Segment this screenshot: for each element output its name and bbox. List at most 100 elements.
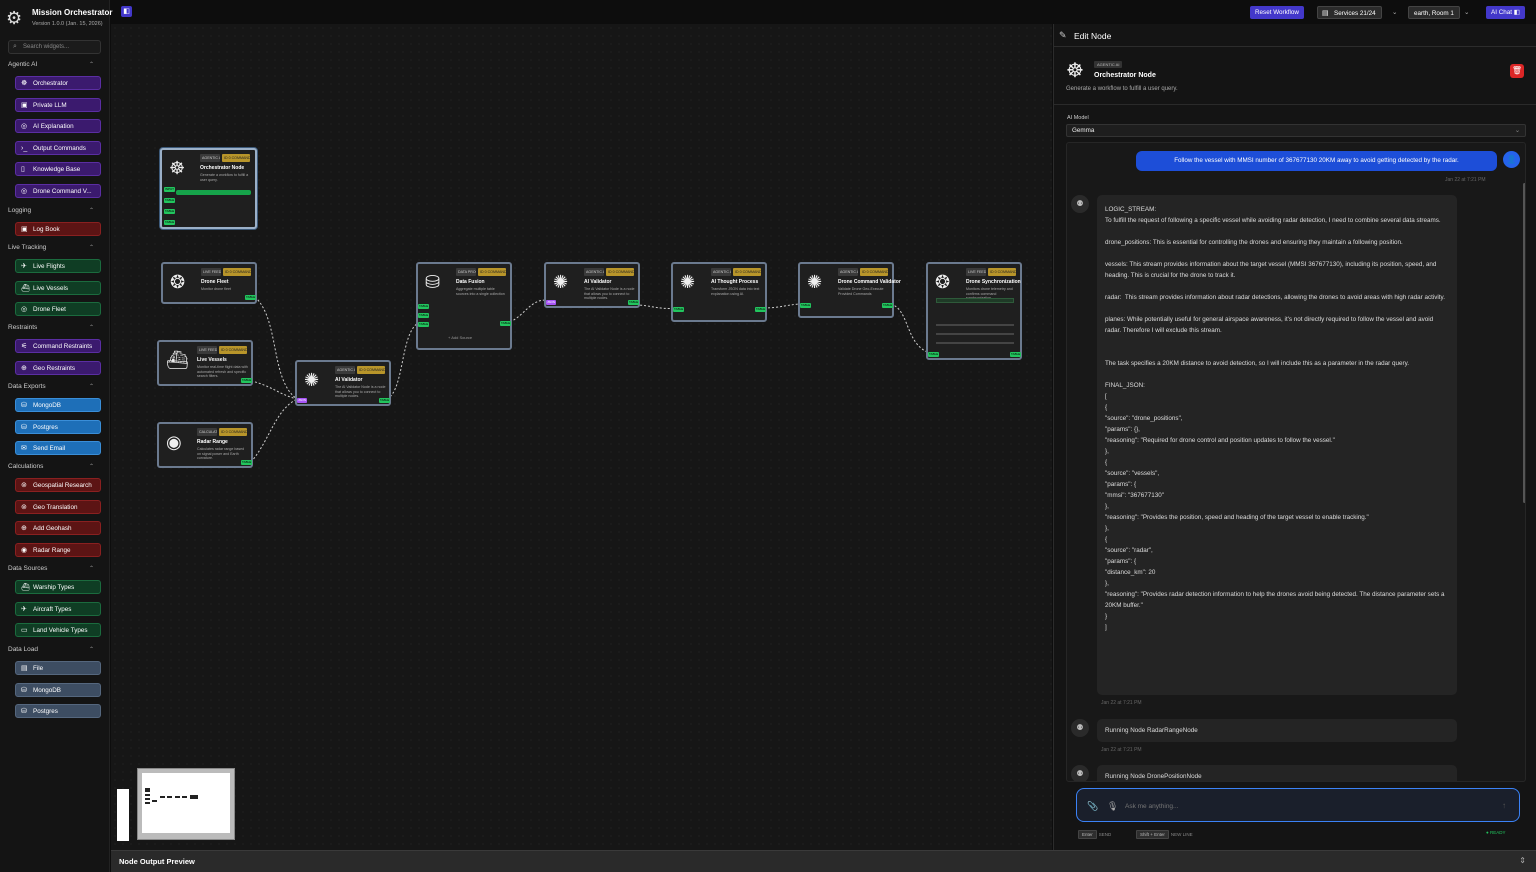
- ai-chat-button[interactable]: AI Chat ◧: [1486, 6, 1525, 19]
- port-table[interactable]: TABLE: [379, 398, 391, 403]
- sidebar-item[interactable]: ▯ Knowledge Base: [15, 162, 101, 176]
- microphone-icon[interactable]: 🎙: [1107, 801, 1118, 812]
- sidebar-group-5[interactable]: Calculations ⌃: [8, 463, 102, 470]
- port-table[interactable]: TABLE: [245, 295, 257, 300]
- node-ai-thought-process[interactable]: ✺ AGENTIC AI ID 0 COMMAND AI Thought Pro…: [671, 262, 767, 322]
- search-icon: ⌕: [13, 43, 17, 50]
- ai-model-select[interactable]: Gemma ⌄: [1066, 124, 1526, 137]
- bot-message-line: "reasoning": "Provides radar detection i…: [1105, 591, 1447, 609]
- sidebar-group-4[interactable]: Data Exports ⌃: [8, 383, 102, 390]
- sidebar-item[interactable]: ▤ File: [15, 661, 101, 675]
- app-logo-icon: ⚙: [6, 8, 23, 28]
- server-icon: ▤: [1322, 10, 1329, 17]
- node-live-vessels[interactable]: ⛴ LIVE FEED ID 0 COMMAND Live Vessels Mo…: [157, 340, 253, 386]
- reset-workflow-button[interactable]: Reset Workflow: [1250, 6, 1304, 19]
- bot-message-line: {: [1105, 459, 1108, 466]
- port-table[interactable]: TABLE: [882, 303, 894, 308]
- scrollbar[interactable]: [1523, 183, 1525, 503]
- sidebar-item[interactable]: ⊕ Add Geohash: [15, 521, 101, 535]
- minimap-controls[interactable]: [117, 789, 129, 841]
- node-desc: Validate Drone Geo-Execute Provided Comm…: [838, 287, 884, 296]
- chat-input[interactable]: [1125, 799, 1455, 813]
- node-drone-fleet[interactable]: ❂ LIVE FEED ID 0 COMMAND Drone Fleet Mon…: [161, 262, 257, 304]
- sidebar-group-0[interactable]: Agentic AI ⌃: [8, 61, 102, 68]
- port-table[interactable]: TABLE: [241, 378, 253, 383]
- port-table[interactable]: TABLE: [800, 303, 812, 308]
- sidebar-item[interactable]: ◎ Drone Command V...: [15, 183, 101, 198]
- sidebar-item[interactable]: ◎ Drone Fleet: [15, 302, 101, 316]
- port-table[interactable]: TABLE: [500, 321, 512, 326]
- add-source-button[interactable]: + Add Source: [448, 335, 472, 340]
- port-json[interactable]: JSON: [297, 398, 308, 403]
- sidebar-item[interactable]: ⊕ Geo Restraints: [15, 360, 101, 375]
- sidebar-toggle-icon[interactable]: ◧: [121, 6, 132, 17]
- sidebar-item[interactable]: ⚟ Command Restraints: [15, 339, 101, 353]
- sidebar-item[interactable]: ▭ Land Vehicle Types: [15, 623, 101, 637]
- sidebar-item[interactable]: ›_ Output Commands: [15, 140, 101, 155]
- sidebar-group-7[interactable]: Data Load ⌃: [8, 646, 102, 653]
- port-table[interactable]: TABLE: [418, 313, 430, 318]
- sidebar-group-6[interactable]: Data Sources ⌃: [8, 565, 102, 572]
- node-orchestrator[interactable]: ☸ AGENTIC AI ID 0 COMMAND Orchestrator N…: [160, 148, 257, 229]
- sidebar-item-icon: ⛁: [21, 423, 27, 431]
- port-table[interactable]: TABLE: [164, 220, 176, 225]
- services-chevron-down-icon[interactable]: ⌄: [1390, 6, 1399, 19]
- minimap[interactable]: [137, 768, 235, 840]
- node-ai-validator-1[interactable]: ✺ AGENTIC AI ID 0 COMMAND AI Validator T…: [295, 360, 391, 406]
- port-table[interactable]: TABLE: [755, 307, 767, 312]
- sidebar-item[interactable]: ⛴ Warship Types: [15, 580, 101, 594]
- sidebar-item[interactable]: ⛁ MongoDB: [15, 682, 101, 697]
- port-input[interactable]: INPUT: [164, 187, 175, 192]
- sidebar-item[interactable]: ✉ Send Email: [15, 441, 101, 455]
- sidebar-item[interactable]: ▣ Log Book: [15, 222, 101, 236]
- port-table[interactable]: TABLE: [164, 198, 176, 203]
- sidebar-item-label: Drone Fleet: [33, 306, 66, 313]
- port-table[interactable]: TABLE: [418, 304, 430, 309]
- room-selector[interactable]: earth, Room 1: [1408, 6, 1460, 19]
- search-input[interactable]: ⌕ Search widgets...: [8, 40, 101, 54]
- node-drone-command-validator[interactable]: ✺ AGENTIC AI ID 0 COMMAND Drone Command …: [798, 262, 901, 318]
- port-json[interactable]: JSON: [546, 300, 557, 305]
- port-table[interactable]: TABLE: [928, 352, 940, 357]
- sidebar-item[interactable]: ✈ Live Flights: [15, 259, 101, 273]
- node-ai-validator-2[interactable]: ✺ AGENTIC AI ID 0 COMMAND AI Validator T…: [544, 262, 640, 308]
- sidebar-item[interactable]: ⊚ Geo Translation: [15, 499, 101, 514]
- sidebar-item[interactable]: ▣ Private LLM: [15, 97, 101, 112]
- paperclip-icon[interactable]: 📎: [1087, 801, 1098, 812]
- port-table[interactable]: TABLE: [673, 307, 685, 312]
- bot-message-line: ]: [1105, 624, 1107, 631]
- send-arrow-icon[interactable]: ↑: [1497, 799, 1511, 813]
- sidebar-item[interactable]: ⛁ Postgres: [15, 419, 101, 434]
- node-output-preview-bar[interactable]: Node Output Preview ⇕: [111, 850, 1536, 872]
- sidebar-group-3[interactable]: Restraints ⌃: [8, 324, 102, 331]
- room-chevron-down-icon[interactable]: ⌄: [1462, 6, 1471, 19]
- bot-message-line: {: [1105, 536, 1108, 543]
- port-table[interactable]: TABLE: [1010, 352, 1022, 357]
- sidebar-item[interactable]: ◎ AI Explanation: [15, 119, 101, 133]
- port-table[interactable]: TABLE: [241, 460, 253, 465]
- bot-message-line: "source": "vessels",: [1105, 470, 1160, 477]
- sidebar-item[interactable]: ⛴ Live Vessels: [15, 280, 101, 295]
- expand-icon[interactable]: ⇕: [1519, 856, 1526, 865]
- sidebar-item[interactable]: ◉ Radar Range: [15, 542, 101, 557]
- port-table[interactable]: TABLE: [164, 209, 176, 214]
- sidebar-item[interactable]: ⛁ MongoDB: [15, 398, 101, 412]
- services-button[interactable]: ▤ Services 21/24: [1317, 6, 1382, 19]
- sidebar-item[interactable]: ☸ Orchestrator: [15, 76, 101, 90]
- port-table[interactable]: TABLE: [628, 300, 640, 305]
- bot-message-line: LOGIC_STREAM:: [1105, 206, 1157, 213]
- chat-input-box[interactable]: 📎 🎙 ↑: [1076, 788, 1520, 822]
- node-radar-range[interactable]: ◉ CALCULATIONS ID 0 COMMAND Radar Range …: [157, 422, 253, 468]
- sidebar-item[interactable]: ⊚ Geospatial Research: [15, 478, 101, 492]
- delete-node-trash-icon[interactable]: 🗑: [1510, 64, 1524, 78]
- node-drone-synchronization[interactable]: ❂ LIVE FEED ID 0 COMMAND Drone Synchroni…: [926, 262, 1022, 360]
- sidebar-group-1[interactable]: Logging ⌃: [8, 207, 102, 214]
- port-table[interactable]: TABLE: [418, 322, 430, 327]
- sidebar-item-label: Private LLM: [33, 101, 67, 109]
- sidebar-item[interactable]: ⛁ Postgres: [15, 704, 101, 718]
- chevron-up-icon: ⌃: [88, 245, 94, 251]
- sidebar-group-2[interactable]: Live Tracking ⌃: [8, 244, 102, 251]
- node-data-fusion[interactable]: ⛁ DATA PROCESSING ID 0 COMMAND Data Fusi…: [416, 262, 512, 350]
- chat-history[interactable]: Follow the vessel with MMSI number of 36…: [1066, 142, 1526, 782]
- sidebar-item[interactable]: ✈ Aircraft Types: [15, 601, 101, 616]
